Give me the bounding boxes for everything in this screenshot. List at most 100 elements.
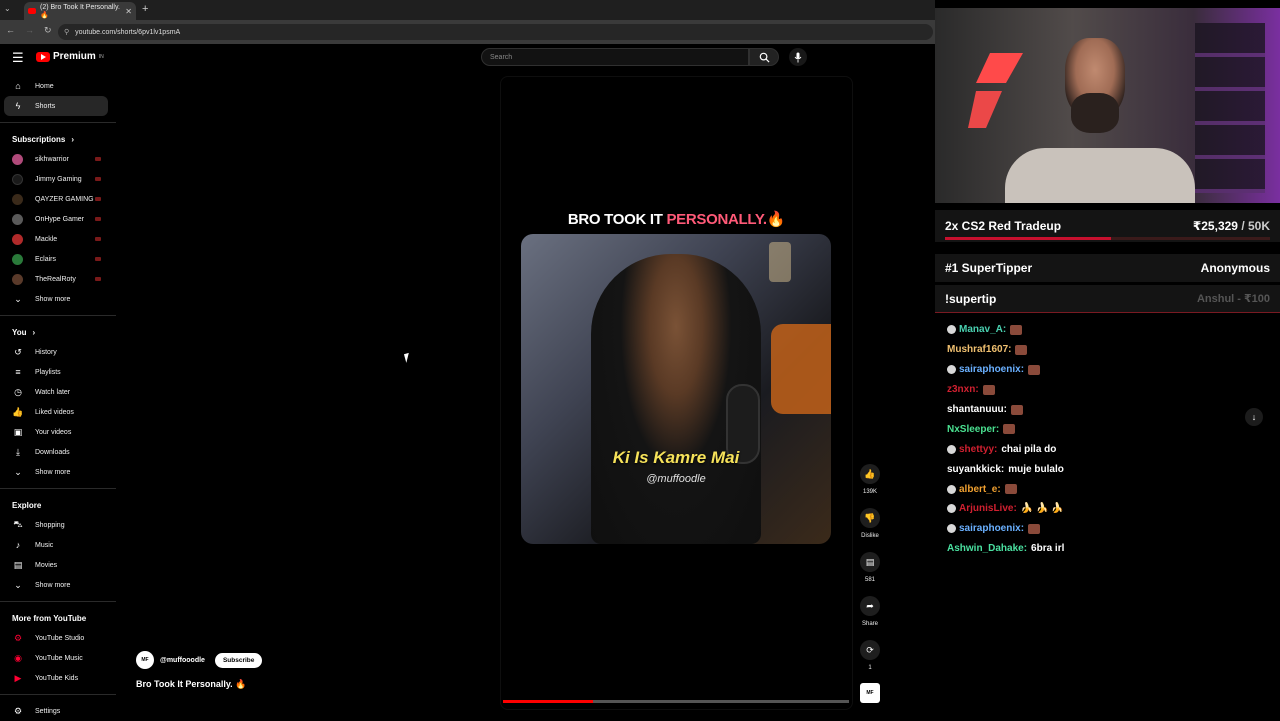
- sidebar-item-mackle[interactable]: Mackle: [0, 229, 116, 249]
- like-icon[interactable]: 👍: [860, 464, 880, 484]
- mod-badge-icon: [947, 444, 956, 454]
- chat-message: sairaphoenix:: [947, 360, 1272, 380]
- goal-title: 2x CS2 Red Tradeup: [945, 219, 1062, 233]
- sidebar-item-liked-videos[interactable]: 👍 Liked videos: [0, 402, 116, 422]
- site-info-icon[interactable]: ⚲: [64, 28, 69, 36]
- sidebar-item-label: YouTube Studio: [35, 634, 85, 642]
- youtube-logo-icon: [36, 51, 50, 62]
- sound-avatar[interactable]: MF: [860, 683, 880, 703]
- shopping-icon: ⛍: [13, 519, 23, 529]
- close-tab-icon[interactable]: ✕: [125, 7, 132, 16]
- sidebar-item-jimmy-gaming[interactable]: Jimmy Gaming: [0, 169, 116, 189]
- sidebar-item-music[interactable]: ♪ Music: [0, 535, 116, 555]
- share-icon[interactable]: ➦: [860, 596, 880, 616]
- menu-icon[interactable]: ☰: [12, 50, 24, 66]
- back-icon[interactable]: ←: [6, 25, 15, 36]
- voice-search-button[interactable]: [789, 48, 807, 66]
- you-title: You: [12, 327, 27, 337]
- sidebar-item-label: Watch later: [35, 388, 71, 396]
- like-action[interactable]: 👍 139K: [860, 464, 880, 495]
- sidebar-item-label: Eclairs: [35, 255, 57, 263]
- sidebar-item-label: Your videos: [35, 428, 72, 436]
- share-label: Share: [861, 621, 878, 627]
- comments-icon[interactable]: ▤: [860, 552, 880, 572]
- sidebar-item-label: sikhwarrior: [35, 155, 69, 163]
- sidebar-item-watch-later[interactable]: ◷ Watch later: [0, 382, 116, 402]
- movies-icon: ▤: [13, 559, 23, 570]
- chat-username: sairaphoenix:: [959, 523, 1025, 535]
- show-more-subscriptions[interactable]: ⌄ Show more: [0, 289, 116, 309]
- title-part-2: PERSONALLY.🔥: [666, 211, 786, 228]
- subscriptions-heading[interactable]: Subscriptions ›: [0, 129, 116, 149]
- more-from-youtube-heading: More from YouTube: [0, 608, 116, 628]
- chat-text: chai pila do: [1001, 443, 1057, 455]
- lamp-shape: [769, 242, 791, 282]
- sidebar-item-label: Settings: [35, 707, 61, 715]
- youtube-music-icon: ◉: [14, 652, 22, 663]
- chat-message: Ashwin_Dahake: 6bra irl: [947, 539, 1272, 559]
- live-indicator-icon: [95, 157, 101, 161]
- sidebar-item-label: History: [35, 348, 57, 356]
- forward-icon[interactable]: →: [25, 25, 34, 36]
- dislike-action[interactable]: 👎 Dislike: [860, 508, 880, 539]
- top-tipper: #1 SuperTipper Anonymous: [935, 254, 1280, 282]
- supertip-row: !supertip Anshul - ₹100: [935, 285, 1280, 313]
- sidebar-item-shopping[interactable]: ⛍ Shopping: [0, 515, 116, 535]
- search-button[interactable]: [749, 48, 779, 66]
- search-icon: [759, 52, 770, 63]
- mod-badge-icon: [947, 524, 956, 534]
- sidebar-item-your-videos[interactable]: ▣ Your videos: [0, 422, 116, 442]
- channel-avatar[interactable]: MF: [136, 651, 154, 669]
- tab-search-icon[interactable]: ⌄: [4, 4, 11, 13]
- supertip-latest: Anshul - ₹100: [1196, 293, 1270, 305]
- sidebar-item-youtube-studio[interactable]: ⚙ YouTube Studio: [0, 628, 116, 648]
- reload-icon[interactable]: ↻: [44, 25, 52, 36]
- goal-progress-fill: [945, 237, 1111, 240]
- chat-username: suyankkick:: [947, 463, 1005, 475]
- avatar: [12, 173, 23, 185]
- chat-text: 🍌 🍌 🍌: [1020, 503, 1064, 515]
- sidebar-item-shorts[interactable]: ϟ Shorts: [4, 96, 108, 116]
- short-name[interactable]: Bro Took It Personally. 🔥: [136, 679, 246, 690]
- channel-name[interactable]: @muffooodle: [160, 657, 205, 664]
- you-heading[interactable]: You ›: [0, 322, 116, 342]
- search-input[interactable]: Search: [481, 48, 749, 66]
- sidebar-item-qayzer-gaming[interactable]: QAYZER GAMING: [0, 189, 116, 209]
- youtube-premium-logo[interactable]: Premium IN: [36, 51, 104, 62]
- chat-username: Manav_A:: [959, 324, 1007, 336]
- downloads-icon: ⤓: [16, 446, 20, 457]
- chat-username: shantanuuu:: [947, 404, 1007, 415]
- remix-action[interactable]: ⟳ 1: [860, 640, 880, 671]
- show-more-you[interactable]: ⌄ Show more: [0, 462, 116, 482]
- sidebar-item-home[interactable]: ⌂ Home: [0, 76, 116, 96]
- browser-tab[interactable]: (2) Bro Took It Personally. 🔥 ✕: [24, 2, 136, 20]
- sidebar-item-playlists[interactable]: ≡ Playlists: [0, 362, 116, 382]
- sidebar-item-youtube-music[interactable]: ◉ YouTube Music: [0, 648, 116, 668]
- sidebar-item-therealroty[interactable]: TheRealRoty: [0, 269, 116, 289]
- logo-country: IN: [98, 53, 104, 60]
- chevron-down-icon: ⌄: [14, 293, 22, 304]
- subscribe-button[interactable]: Subscribe: [214, 652, 263, 668]
- sidebar-item-settings[interactable]: ⚙ Settings: [0, 701, 116, 721]
- sidebar-item-movies[interactable]: ▤ Movies: [0, 555, 116, 575]
- dislike-icon[interactable]: 👎: [860, 508, 880, 528]
- sidebar-item-label: Playlists: [35, 368, 61, 376]
- sidebar-item-sikhwarrior[interactable]: sikhwarrior: [0, 149, 116, 169]
- sidebar-item-history[interactable]: ↺ History: [0, 342, 116, 362]
- sidebar-item-onhype-gamer[interactable]: OnHype Gamer: [0, 209, 116, 229]
- shelf-shape: [1195, 23, 1265, 193]
- remix-icon[interactable]: ⟳: [860, 640, 880, 660]
- chat-username: NxSleeper:: [947, 423, 1000, 435]
- share-action[interactable]: ➦ Share: [860, 596, 880, 627]
- sidebar-item-downloads[interactable]: ⤓ Downloads: [0, 442, 116, 462]
- video-caption: Ki Is Kamre Mai: [612, 448, 740, 467]
- explore-heading: Explore: [0, 495, 116, 515]
- comments-action[interactable]: ▤ 581: [860, 552, 880, 583]
- chat-scroll-down-icon[interactable]: ↓: [1245, 408, 1263, 426]
- new-tab-icon[interactable]: +: [142, 3, 148, 15]
- sidebar-item-youtube-kids[interactable]: ▶ YouTube Kids: [0, 668, 116, 688]
- show-more-explore[interactable]: ⌄ Show more: [0, 575, 116, 595]
- sidebar-item-eclairs[interactable]: Eclairs: [0, 249, 116, 269]
- url-field[interactable]: ⚲ youtube.com/shorts/6pv1lv1psmA: [58, 24, 933, 40]
- mod-badge-icon: [947, 325, 956, 335]
